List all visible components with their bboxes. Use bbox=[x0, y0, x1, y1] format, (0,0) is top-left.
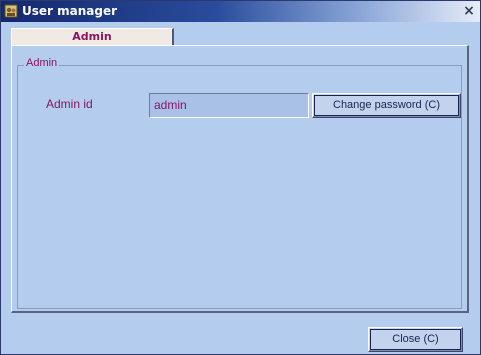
admin-id-label: Admin id bbox=[46, 97, 93, 111]
window-title: User manager bbox=[22, 4, 118, 18]
admin-id-field[interactable]: admin bbox=[149, 93, 309, 118]
close-icon[interactable]: × bbox=[461, 3, 477, 19]
app-icon bbox=[4, 4, 18, 18]
tab-admin[interactable]: Admin bbox=[11, 28, 174, 46]
groupbox-label: Admin bbox=[24, 57, 60, 69]
title-bar: User manager × bbox=[1, 1, 480, 22]
close-button[interactable]: Close (C) bbox=[368, 327, 463, 352]
user-manager-window: User manager × Admin Admin Admin id admi… bbox=[0, 0, 481, 355]
tab-strip: Admin bbox=[1, 22, 480, 46]
change-password-button[interactable]: Change password (C) bbox=[312, 93, 461, 118]
